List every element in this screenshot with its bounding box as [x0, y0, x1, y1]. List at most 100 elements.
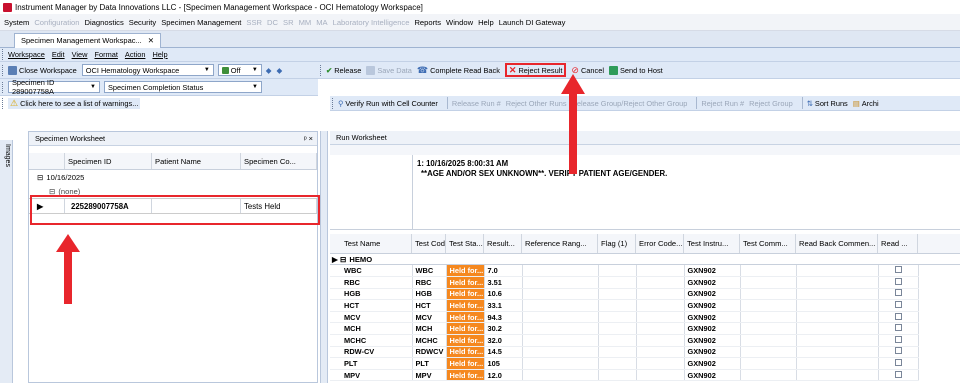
specimen-id-input[interactable]: Specimen ID 289007758A ▼ — [8, 78, 100, 96]
menu-item-specimen-management[interactable]: Specimen Management — [161, 18, 241, 27]
menu-item-configuration[interactable]: Configuration — [34, 18, 79, 27]
test-code-cell: WBC — [412, 265, 447, 278]
specimen-toolbar: Specimen ID 289007758A ▼ Specimen Comple… — [0, 78, 318, 96]
menu-item-reports[interactable]: Reports — [414, 18, 441, 27]
menu-item-format[interactable]: Format — [94, 50, 117, 59]
column-header[interactable]: Test Instru... — [684, 234, 740, 253]
sort-icon: ⇅ — [806, 98, 813, 108]
column-header[interactable]: Test Cod... — [412, 234, 446, 253]
table-row[interactable]: MCH MCH Held for... 30.2 GXN902 — [330, 322, 919, 336]
save-data-button[interactable]: Save Data — [366, 65, 412, 75]
pin-close-icon[interactable]: ᵖ × — [304, 134, 313, 143]
reject-group-button[interactable]: Reject Group — [749, 99, 793, 108]
read-back-checkbox[interactable] — [894, 312, 902, 320]
menu-item-laboratory-intelligence[interactable]: Laboratory Intelligence — [333, 18, 410, 27]
menu-item-sr[interactable]: SR — [283, 18, 294, 27]
table-row[interactable]: WBC WBC Held for... 7.0 GXN902 — [330, 265, 919, 278]
column-header[interactable]: Read Back Commen... — [796, 234, 878, 253]
panel-splitter[interactable] — [320, 131, 328, 383]
close-tab-icon[interactable]: ✕ — [148, 36, 154, 45]
column-patient-name[interactable]: Patient Name — [152, 153, 241, 169]
menu-item-help[interactable]: Help — [478, 18, 494, 27]
images-side-tab[interactable]: Images — [0, 140, 13, 383]
table-row[interactable]: HCT HCT Held for... 33.1 GXN902 — [330, 299, 919, 312]
menu-item-diagnostics[interactable]: Diagnostics — [85, 18, 124, 27]
column-specimen-completion[interactable]: Specimen Co... — [241, 153, 317, 169]
menu-item-ma[interactable]: MA — [316, 18, 327, 27]
release-button[interactable]: ✔ Release — [326, 66, 361, 75]
table-row[interactable]: MCHC MCHC Held for... 32.0 GXN902 — [330, 334, 919, 347]
table-row[interactable]: MCV MCV Held for... 94.3 GXN902 — [330, 311, 919, 324]
column-header[interactable]: Test Name — [330, 234, 412, 253]
menu-item-launch-di-gateway[interactable]: Launch DI Gateway — [499, 18, 566, 27]
menu-item-security[interactable]: Security — [129, 18, 156, 27]
menu-item-system[interactable]: System — [4, 18, 29, 27]
test-code-cell: MCHC — [412, 334, 447, 347]
read-back-checkbox[interactable] — [894, 347, 902, 355]
column-header[interactable]: Reference Rang... — [522, 234, 598, 253]
reject-run-button[interactable]: Reject Run # — [701, 99, 744, 108]
hemo-group-row[interactable]: ▶ ⊟ HEMO — [330, 254, 960, 265]
menu-item-action[interactable]: Action — [125, 50, 146, 59]
menu-item-view[interactable]: View — [72, 50, 88, 59]
read-back-checkbox[interactable] — [894, 277, 902, 285]
read-back-checkbox[interactable] — [894, 266, 902, 274]
sort-runs-button[interactable]: ⇅ Sort Runs — [807, 99, 848, 108]
table-row[interactable]: RBC RBC Held for... 3.51 GXN902 — [330, 276, 919, 289]
column-header[interactable]: Error Code... — [636, 234, 684, 253]
close-workspace-button[interactable]: Close Workspace — [8, 65, 77, 75]
tab-label: Specimen Management Workspac... — [21, 36, 142, 45]
column-header[interactable]: Test Comm... — [740, 234, 796, 253]
verify-run-button[interactable]: ⚲ Verify Run with Cell Counter — [338, 99, 438, 108]
menu-bar: System Configuration Diagnostics Security Sp… — [0, 14, 960, 31]
complete-read-back-button[interactable]: ☎ Complete Read Back — [417, 65, 500, 76]
column-header[interactable]: Result... — [484, 234, 522, 253]
menu-item-help[interactable]: Help — [152, 50, 167, 59]
menu-item-edit[interactable]: Edit — [52, 50, 65, 59]
reject-run-label: Reject Run # — [701, 98, 745, 108]
menu-item-window[interactable]: Window — [446, 18, 473, 27]
read-back-checkbox[interactable] — [894, 359, 902, 367]
column-specimen-id[interactable]: Specimen ID — [65, 153, 152, 169]
column-header[interactable]: Read ... — [878, 234, 918, 253]
release-run-button[interactable]: Release Run # — [452, 99, 501, 108]
test-name-cell: MCHC — [330, 334, 413, 347]
table-row[interactable]: RDW-CV RDWCV Held for... 14.5 GXN902 — [330, 346, 919, 359]
column-header[interactable]: Test Sta... — [446, 234, 484, 253]
menu-item-dc[interactable]: DC — [267, 18, 278, 27]
collapse-icon[interactable]: ⊟ — [37, 173, 43, 182]
tab-specimen-management[interactable]: Specimen Management Workspac... ✕ — [14, 32, 162, 48]
read-back-checkbox[interactable] — [894, 289, 902, 297]
table-row[interactable]: HGB HGB Held for... 10.6 GXN902 — [330, 288, 919, 301]
read-back-cell — [878, 334, 919, 347]
archive-button[interactable]: ▤ Archi — [853, 99, 879, 108]
reject-other-runs-button[interactable]: Reject Other Runs — [506, 99, 567, 108]
column-header[interactable]: Flag (1) — [598, 234, 636, 253]
workspace-select[interactable]: OCI Hematology Workspace ▼ — [81, 64, 214, 76]
date-group-row[interactable]: ⊟ 10/16/2025 — [29, 170, 317, 184]
run-message: **AGE AND/OR SEX UNKNOWN**. VERIFY PATIE… — [421, 169, 668, 178]
sort-runs-label: Sort Runs — [814, 98, 848, 108]
read-back-checkbox[interactable] — [894, 335, 902, 343]
read-back-checkbox[interactable] — [894, 324, 902, 332]
previous-icon[interactable]: ◆ — [266, 66, 272, 75]
read-back-checkbox[interactable] — [894, 301, 902, 309]
table-row[interactable]: PLT PLT Held for... 105 GXN902 — [330, 357, 919, 370]
send-to-host-button[interactable]: Send to Host — [608, 65, 663, 75]
completion-status-select[interactable]: Specimen Completion Status ▼ — [104, 81, 262, 93]
refresh-select[interactable]: Off ▼ — [217, 64, 262, 76]
read-back-checkbox[interactable] — [894, 370, 902, 378]
reject-other-runs-label: Reject Other Runs — [505, 98, 567, 108]
instrument-cell: GXN902 — [684, 299, 741, 312]
table-row[interactable]: MPV MPV Held for... 12.0 GXN902 — [330, 369, 919, 382]
test-status-cell: Held for... — [446, 311, 485, 324]
warnings-button[interactable]: ⚠ Click here to see a list of warnings..… — [8, 98, 141, 109]
next-icon[interactable]: ◆ — [276, 66, 282, 75]
reject-result-button[interactable]: ✕ Reject Result — [504, 63, 567, 77]
menu-item-ssr[interactable]: SSR — [246, 18, 262, 27]
read-back-cell — [878, 322, 919, 336]
menu-item-workspace[interactable]: Workspace — [8, 50, 45, 59]
menu-item-mm[interactable]: MM — [299, 18, 312, 27]
collapse-icon[interactable]: ⊟ — [340, 255, 346, 264]
release-group-button[interactable]: Release Group/Reject Other Group — [572, 99, 688, 108]
